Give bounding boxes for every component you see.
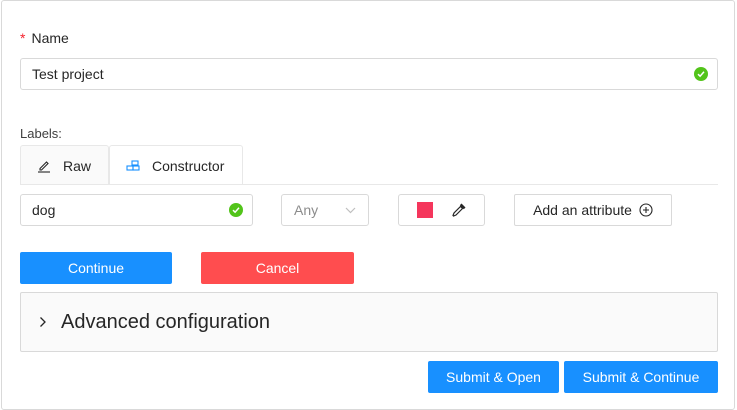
edit-icon [37,159,51,173]
plus-circle-icon [639,203,653,217]
name-label: * Name [20,30,69,46]
tab-raw-label: Raw [63,157,92,174]
check-circle-icon [694,67,708,81]
name-input[interactable]: Test project [20,58,718,90]
name-label-text: Name [31,30,69,46]
required-mark: * [20,30,26,46]
type-select-value: Any [294,202,319,218]
chevron-down-icon [345,207,356,214]
tab-constructor[interactable]: Constructor [109,145,243,185]
add-attribute-button[interactable]: Add an attribute [514,194,672,226]
label-name-input[interactable]: dog [20,194,253,226]
type-select[interactable]: Any [281,194,369,226]
color-swatch [416,202,433,218]
continue-button[interactable]: Continue [20,252,172,284]
advanced-configuration-panel[interactable]: Advanced configuration [20,292,718,352]
tab-constructor-label: Constructor [152,157,225,174]
name-input-value: Test project [32,66,104,82]
submit-continue-button[interactable]: Submit & Continue [564,361,718,393]
check-circle-icon [229,203,243,217]
submit-open-button[interactable]: Submit & Open [428,361,559,393]
build-icon [126,159,140,172]
color-picker-button[interactable] [398,194,485,226]
tab-raw[interactable]: Raw [20,145,109,185]
label-name-value: dog [32,202,56,218]
labels-title: Labels: [20,126,62,141]
chevron-right-icon [39,316,51,328]
eyedropper-icon [451,202,467,218]
advanced-configuration-title: Advanced configuration [61,310,271,333]
cancel-button[interactable]: Cancel [201,252,354,284]
tabs-divider [20,184,718,185]
add-attribute-label: Add an attribute [533,202,632,218]
